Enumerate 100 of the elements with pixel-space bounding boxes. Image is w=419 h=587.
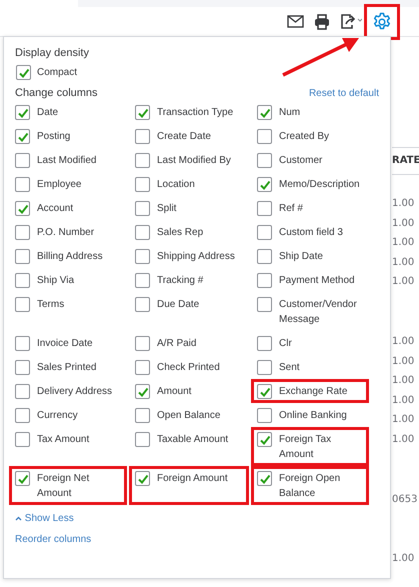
checkbox[interactable]: [15, 384, 30, 399]
option-label: Foreign Tax Amount: [279, 433, 332, 462]
reset-link[interactable]: Reset to default: [308, 88, 379, 99]
checkbox[interactable]: [257, 225, 272, 240]
checkbox[interactable]: [135, 177, 150, 192]
option-label: Currency: [37, 409, 78, 423]
option-label: Last Modified: [37, 154, 96, 168]
option-label: Check Printed: [157, 361, 220, 375]
table-cell-text: 1.00: [392, 334, 416, 349]
table-cell-text: 1.00: [392, 354, 416, 369]
checkbox[interactable]: [257, 273, 272, 288]
option-label: Num: [279, 106, 300, 120]
checkbox[interactable]: [15, 129, 30, 144]
export-icon[interactable]: [340, 13, 362, 30]
table-cell-text: 1.00: [392, 552, 416, 566]
checkbox[interactable]: [15, 336, 30, 351]
checkbox[interactable]: [257, 432, 272, 447]
mail-icon[interactable]: [287, 15, 304, 28]
table-cell-text: 1.00: [392, 394, 416, 408]
checkbox[interactable]: [257, 384, 272, 399]
checkbox[interactable]: [257, 105, 272, 120]
checkbox[interactable]: [257, 408, 272, 423]
option-label: Invoice Date: [37, 337, 93, 351]
checkbox[interactable]: [15, 297, 30, 312]
checkbox[interactable]: [257, 129, 272, 144]
option-label: Split: [157, 202, 176, 216]
checkbox[interactable]: [15, 225, 30, 240]
checkbox[interactable]: [15, 153, 30, 168]
option-label: Clr: [279, 337, 292, 351]
checkbox[interactable]: [15, 360, 30, 375]
option-label: Ship Via: [37, 274, 74, 288]
option-label: Foreign Net Amount: [37, 472, 90, 501]
checkbox[interactable]: [135, 360, 150, 375]
option-label: Account: [37, 202, 74, 216]
checkbox[interactable]: [257, 360, 272, 375]
checkbox[interactable]: [135, 471, 150, 486]
checkbox[interactable]: [135, 153, 150, 168]
print-icon[interactable]: [314, 14, 330, 30]
checkbox[interactable]: [15, 105, 30, 120]
reorder-link[interactable]: Reorder columns: [15, 534, 379, 545]
option-label: P.O. Number: [37, 226, 94, 240]
checkbox[interactable]: [135, 336, 150, 351]
checkbox[interactable]: [15, 273, 30, 288]
option-label: A/R Paid: [157, 337, 196, 351]
option-label: Online Banking: [279, 409, 347, 423]
option-label: Created By: [279, 130, 330, 144]
checkbox[interactable]: [15, 408, 30, 423]
option-label: Sent: [279, 361, 300, 375]
checkbox[interactable]: [257, 177, 272, 192]
table-cell-text: 1.00: [392, 197, 416, 211]
checkbox[interactable]: [135, 408, 150, 423]
checkbox[interactable]: [16, 65, 31, 80]
settings-icon[interactable]: [372, 12, 392, 32]
checkbox[interactable]: [15, 201, 30, 216]
checkbox[interactable]: [135, 297, 150, 312]
checkbox[interactable]: [257, 249, 272, 264]
checkbox[interactable]: [257, 471, 272, 486]
checkbox[interactable]: [135, 105, 150, 120]
checkbox[interactable]: [257, 297, 272, 312]
checkbox[interactable]: [15, 249, 30, 264]
option-label: Transaction Type: [157, 106, 234, 120]
option-label: Sales Rep: [157, 226, 204, 240]
option-label: Customer: [279, 154, 322, 168]
checkbox[interactable]: [135, 201, 150, 216]
checkbox[interactable]: [15, 177, 30, 192]
checkbox[interactable]: [257, 336, 272, 351]
checkbox[interactable]: [135, 249, 150, 264]
option-label: Memo/Description: [279, 178, 360, 192]
option-label: Open Balance: [157, 409, 220, 423]
option-label: Ref #: [279, 202, 303, 216]
option-label: Foreign Open Balance: [279, 472, 342, 501]
table-cell-text: 1.00: [392, 374, 416, 388]
checkbox[interactable]: [15, 471, 30, 486]
checkbox[interactable]: [135, 384, 150, 399]
option-label: Tracking #: [157, 274, 204, 288]
show-less-link[interactable]: Show Less: [15, 513, 74, 524]
checkbox[interactable]: [135, 273, 150, 288]
option-label: Shipping Address: [157, 250, 235, 264]
checkbox[interactable]: [135, 129, 150, 144]
option-label: Due Date: [157, 298, 200, 312]
checkbox[interactable]: [135, 432, 150, 447]
option-label: Exchange Rate: [279, 385, 348, 399]
checkbox[interactable]: [257, 153, 272, 168]
option-label: Location: [157, 178, 195, 192]
table-cell-text: 1.00: [392, 432, 416, 447]
table-cell-text: 1.00: [392, 256, 416, 270]
option-label: Amount: [157, 385, 192, 399]
checkbox[interactable]: [135, 225, 150, 240]
option-label: Customer/Vendor Message: [279, 298, 358, 327]
option-label: Employee: [37, 178, 82, 192]
checkbox[interactable]: [257, 201, 272, 216]
section-title: Change columns: [15, 87, 98, 99]
option-label: Posting: [37, 130, 70, 144]
checkbox[interactable]: [15, 432, 30, 447]
option-label: Payment Method: [279, 274, 355, 288]
section-title: Display density: [15, 47, 90, 59]
table-cell-text: 0653: [392, 492, 418, 507]
option-label: Ship Date: [279, 250, 323, 264]
option-label: Create Date: [157, 130, 211, 144]
option-label: Sales Printed: [37, 361, 96, 375]
